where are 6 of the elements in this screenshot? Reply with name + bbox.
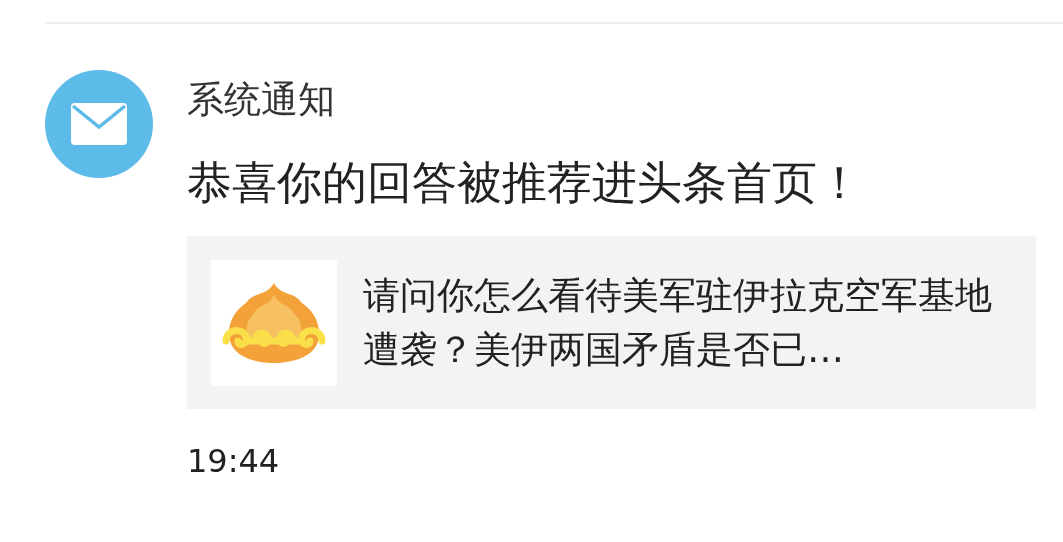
flame-icon (211, 259, 337, 386)
notification-message: 恭喜你的回答被推荐进头条首页！ (187, 155, 862, 211)
notification-time: 19:44 (187, 441, 280, 481)
sender-name: 系统通知 (187, 78, 335, 122)
question-title: 请问你怎么看待美军驻伊拉克空军基地遭袭？美伊两国矛盾是否已… (363, 272, 993, 373)
question-card[interactable]: 请问你怎么看待美军驻伊拉克空军基地遭袭？美伊两国矛盾是否已… (187, 236, 1036, 409)
